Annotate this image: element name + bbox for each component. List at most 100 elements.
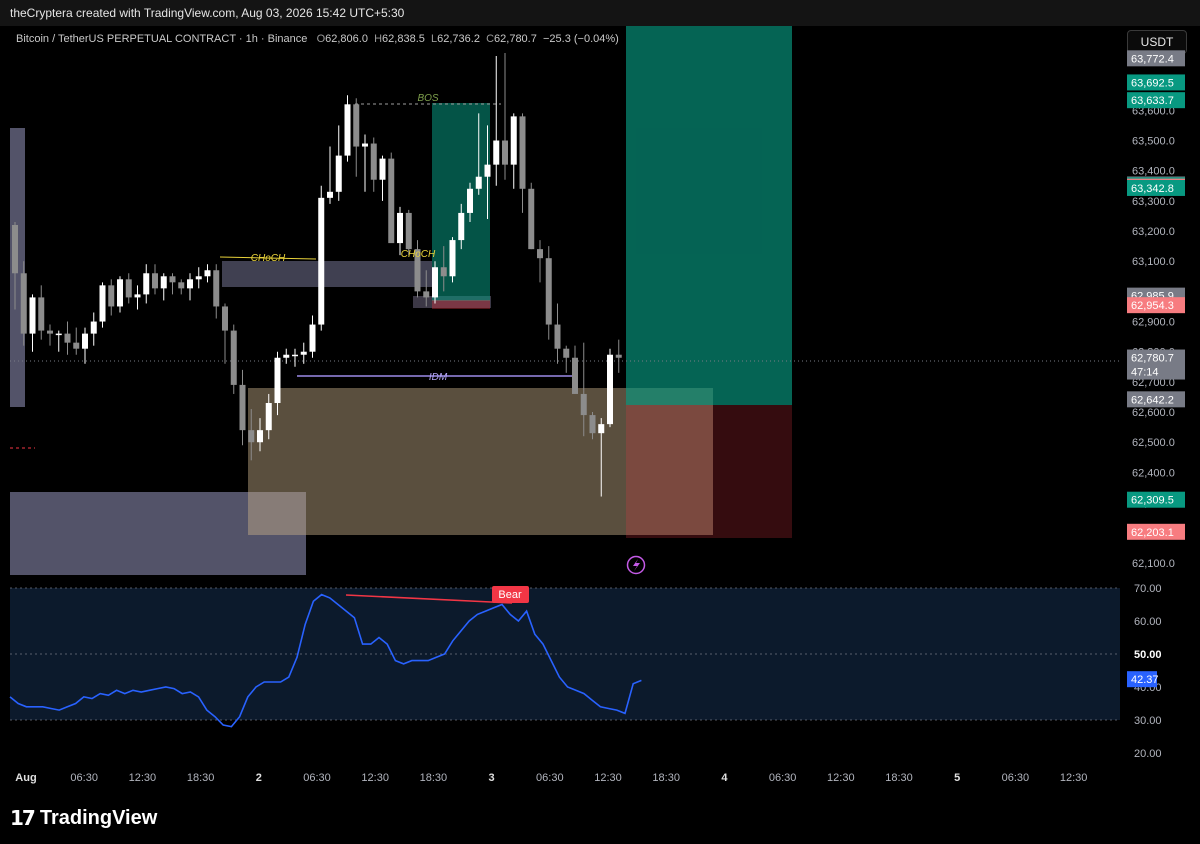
price-label-text: 62,642.2 — [1131, 394, 1174, 406]
candle — [388, 152, 395, 244]
price-label-badge: 62,309.5 — [1127, 491, 1185, 508]
candle — [502, 53, 508, 180]
candle — [572, 345, 578, 394]
candle — [353, 98, 360, 177]
time-tick-label: 06:30 — [536, 772, 564, 784]
rsi-tick-label: 60.00 — [1134, 616, 1162, 628]
candle — [239, 369, 246, 446]
rsi-tick-label: 20.00 — [1134, 748, 1162, 760]
rsi-current-value: 42.37 — [1131, 674, 1159, 686]
candle — [335, 125, 342, 201]
price-tick-label: 62,600.0 — [1132, 407, 1175, 419]
candle — [20, 261, 27, 346]
price-label-badge: 63,692.5 — [1127, 74, 1185, 91]
price-tick-label: 63,100.0 — [1132, 256, 1175, 268]
time-tick-label: 18:30 — [652, 772, 680, 784]
candle — [519, 113, 526, 213]
candle — [397, 206, 403, 256]
bear-divergence-badge: Bear — [492, 586, 529, 603]
price-label-text: 62,309.5 — [1131, 495, 1174, 507]
candle — [64, 321, 71, 355]
choch-label-2: CHoCH — [401, 249, 436, 260]
candle — [90, 312, 97, 346]
bos-fill-zone — [432, 103, 490, 301]
candle — [309, 315, 316, 358]
price-label-badge: 63,633.7 — [1127, 92, 1185, 109]
time-tick-label: 18:30 — [420, 772, 448, 784]
candle — [38, 285, 45, 340]
candle — [432, 261, 438, 304]
time-tick-label: 06:30 — [1002, 772, 1030, 784]
time-tick-label: 12:30 — [827, 772, 855, 784]
time-tick-label: 18:30 — [885, 772, 913, 784]
time-tick-label: 12:30 — [594, 772, 622, 784]
candle — [178, 279, 185, 295]
time-tick-label: 06:30 — [70, 772, 98, 784]
candle — [300, 342, 307, 364]
candle — [143, 264, 150, 304]
candle — [117, 276, 123, 313]
time-tick-label: 06:30 — [303, 772, 331, 784]
candle — [615, 339, 622, 373]
price-chart[interactable]: BOS CHoCH CHoCH IDM Bear 63,600.063,500.… — [0, 0, 1200, 792]
price-tick-label: 63,200.0 — [1132, 226, 1175, 238]
time-tick-label: 06:30 — [769, 772, 797, 784]
price-tick-label: 63,300.0 — [1132, 196, 1175, 208]
time-tick-label: 2 — [256, 772, 262, 784]
candle — [160, 273, 167, 301]
candle — [449, 237, 456, 283]
candle — [47, 324, 53, 346]
price-label-badge: 63,772.4 — [1127, 50, 1185, 67]
candle — [607, 348, 613, 428]
bear-label: Bear — [498, 589, 522, 601]
tradingview-logo-icon: 17 — [10, 806, 36, 830]
lightning-icon[interactable] — [626, 555, 646, 575]
rsi-tick-label: 30.00 — [1134, 715, 1162, 727]
time-tick-label: 12:30 — [361, 772, 389, 784]
candle — [204, 264, 211, 283]
candle — [283, 348, 290, 364]
price-label-text: 63,342.8 — [1131, 183, 1174, 195]
candle — [222, 303, 228, 364]
candle — [545, 246, 552, 340]
candle — [82, 327, 88, 364]
candle — [73, 327, 80, 355]
candle — [370, 137, 377, 192]
candle — [152, 264, 158, 295]
time-tick-label: 18:30 — [187, 772, 215, 784]
price-label-text: 62,954.3 — [1131, 300, 1174, 312]
time-axis[interactable]: Aug 06:30 12:30 18:30 2 06:30 12:30 18:30 3 06:30… — [15, 772, 1087, 784]
tradingview-logo[interactable]: 17 TradingView — [10, 806, 157, 830]
bos-label: BOS — [417, 93, 438, 104]
price-tick-label: 62,400.0 — [1132, 467, 1175, 479]
time-tick-label: 3 — [489, 772, 495, 784]
price-label-badge: 62,642.2 — [1127, 391, 1185, 408]
candle — [528, 182, 535, 250]
choch-label-1: CHoCH — [251, 253, 286, 264]
candle — [379, 155, 386, 201]
time-tick-label: 12:30 — [1060, 772, 1088, 784]
price-label-text: 63,633.7 — [1131, 95, 1174, 107]
price-tick-label: 62,900.0 — [1132, 317, 1175, 329]
candle — [108, 279, 115, 316]
price-tick-label: 63,500.0 — [1132, 136, 1175, 148]
time-tick-label: 4 — [721, 772, 728, 784]
price-label-badge: 63,342.8 — [1127, 179, 1185, 196]
candle — [493, 56, 500, 186]
candle — [134, 285, 141, 310]
candle — [292, 348, 298, 367]
time-tick-label: 12:30 — [129, 772, 157, 784]
candle — [510, 113, 517, 189]
price-tick-label: 62,100.0 — [1132, 558, 1175, 570]
bos-stop-zone — [432, 300, 490, 309]
position-loss-zone — [626, 405, 792, 538]
choch-zone — [222, 261, 432, 287]
candle — [537, 240, 543, 283]
candle — [327, 146, 333, 204]
time-tick-label: 5 — [954, 772, 960, 784]
price-tick-label: 62,500.0 — [1132, 437, 1175, 449]
candle — [195, 267, 202, 289]
rsi-axis: 70.0060.0050.0040.0030.0020.0042.37 — [1127, 583, 1162, 760]
tradingview-brand-text: TradingView — [39, 806, 158, 829]
time-tick-label: Aug — [15, 772, 36, 784]
